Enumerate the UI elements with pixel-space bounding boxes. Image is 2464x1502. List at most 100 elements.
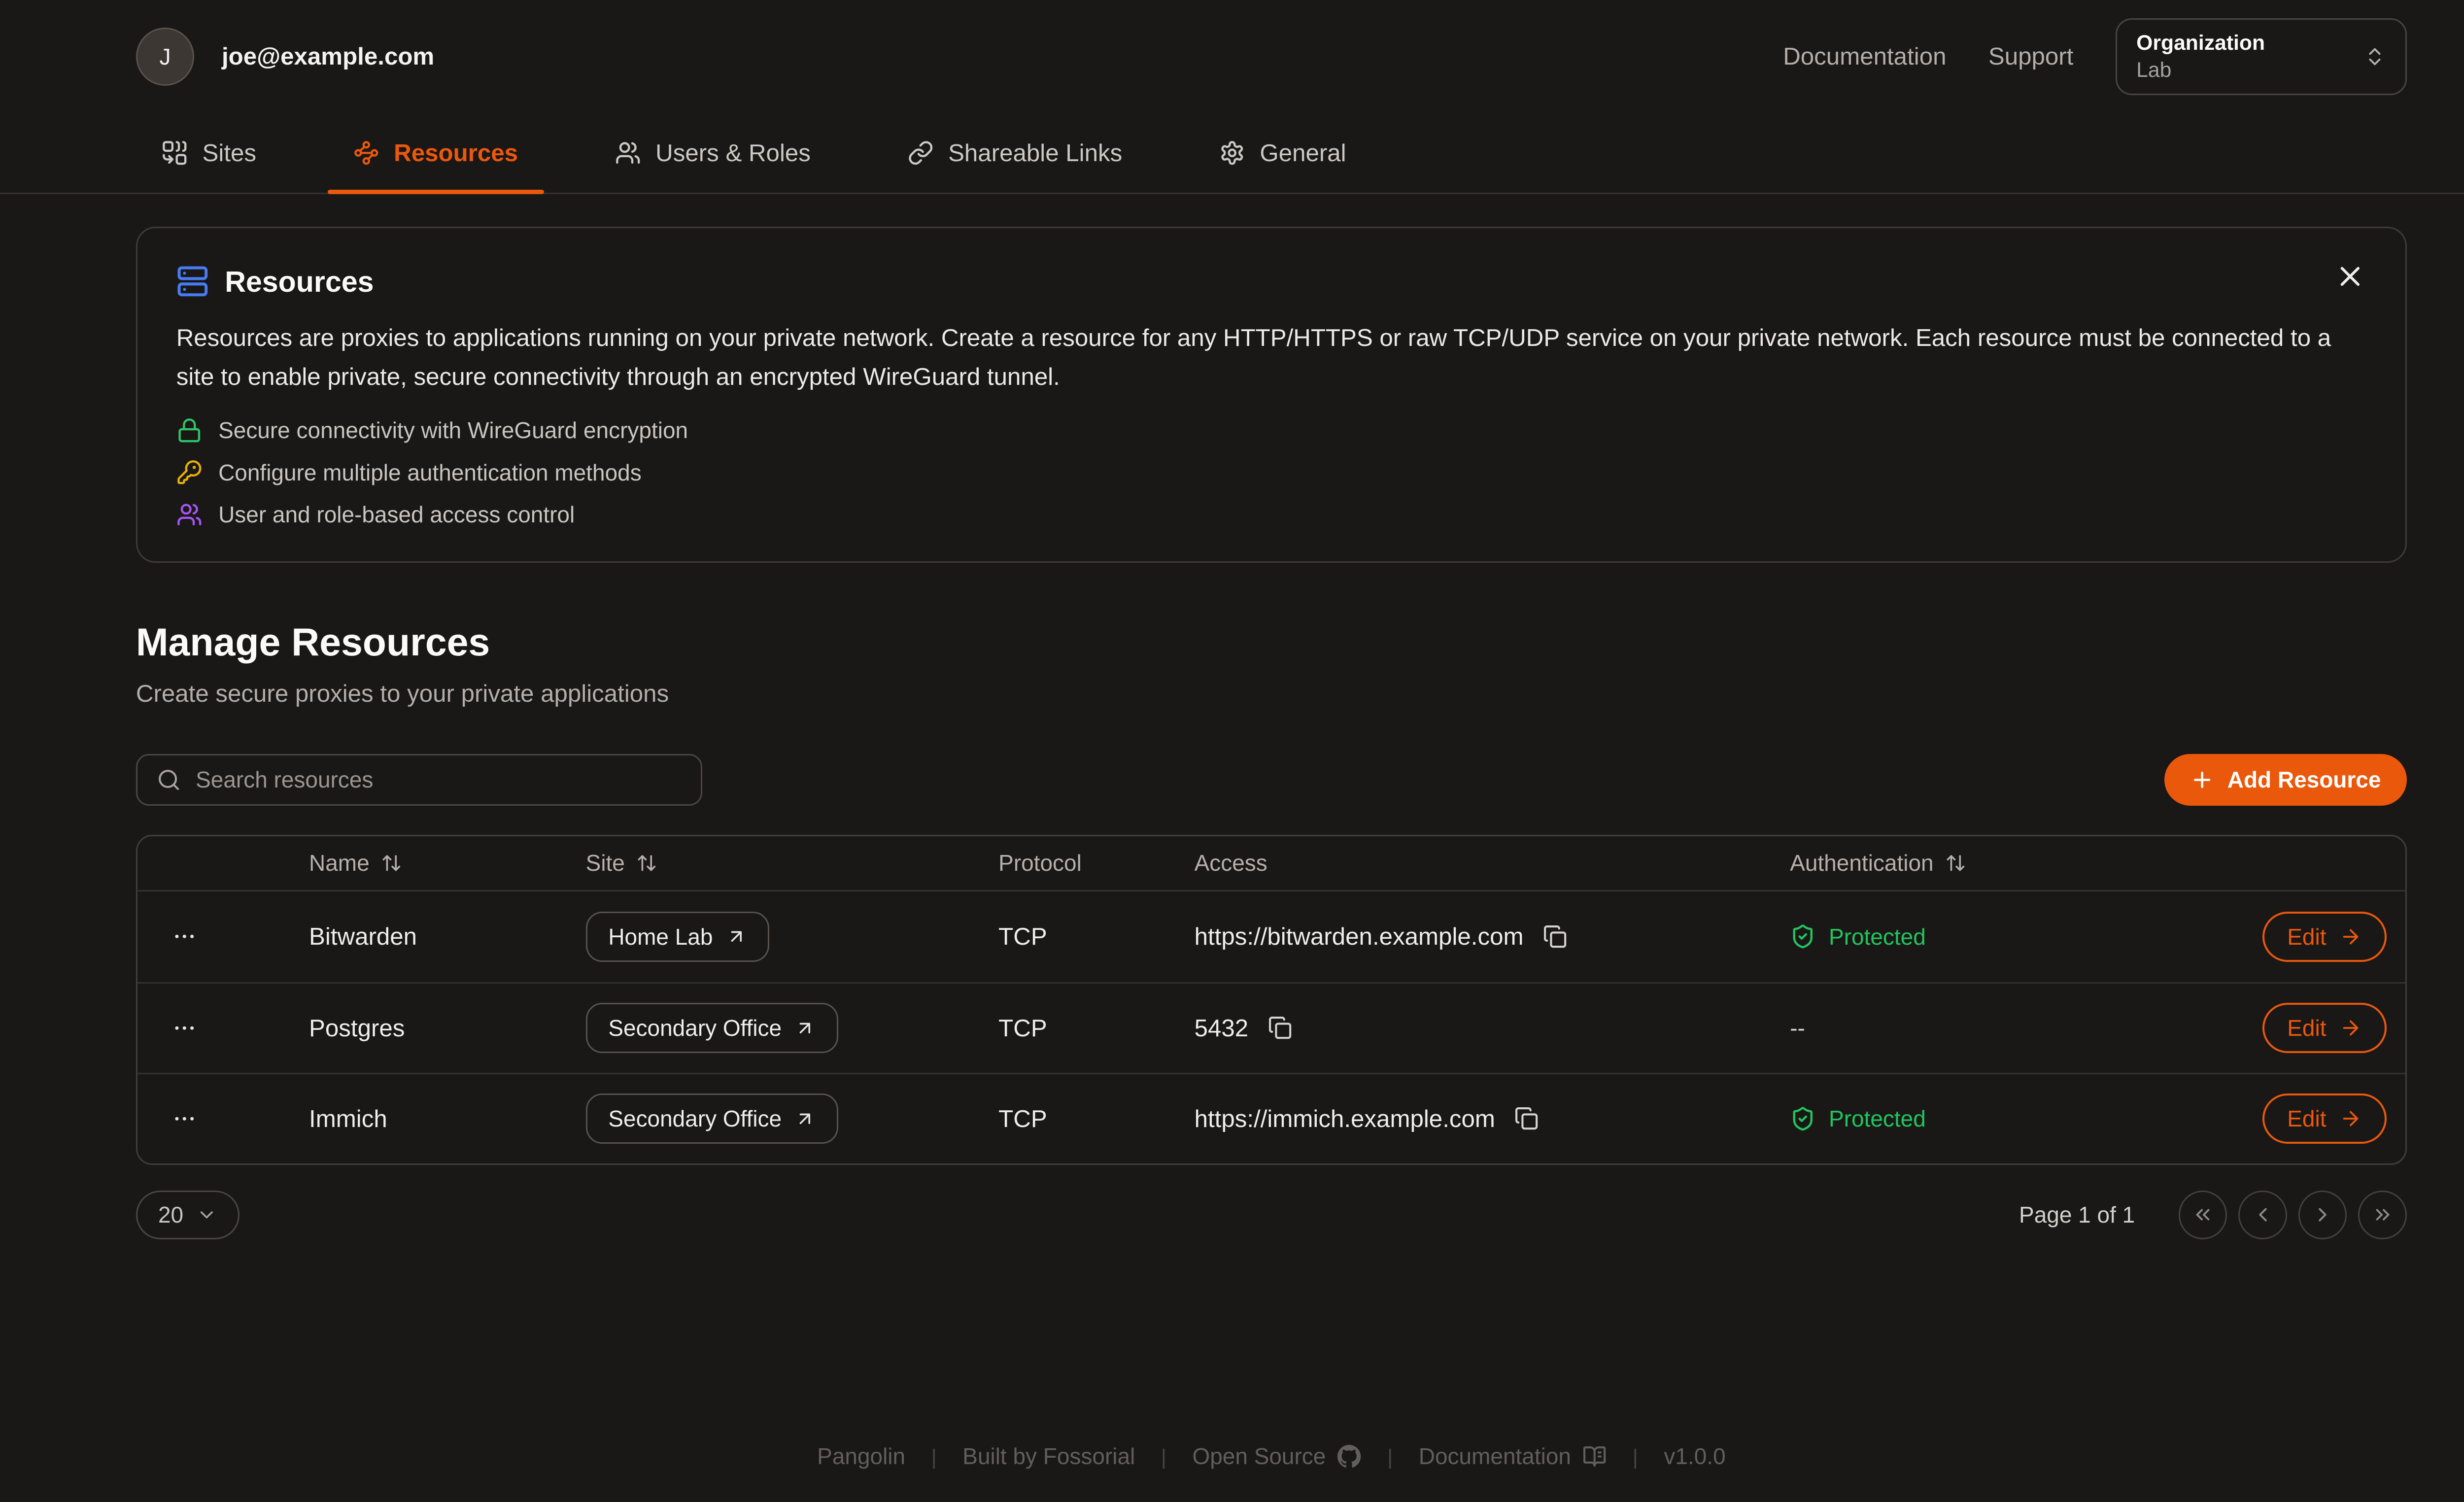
arrow-right-icon [2339,1107,2362,1130]
row-menu-button[interactable] [168,921,201,953]
footer-separator [1161,1443,1166,1469]
tab-general[interactable]: General [1194,113,1372,193]
lock-icon [176,417,203,444]
pager-buttons [2179,1191,2407,1239]
site-link-button[interactable]: Secondary Office [586,1093,838,1144]
footer-open-source-link[interactable]: Open Source [1192,1443,1361,1469]
feature-list: Secure connectivity with WireGuard encry… [176,416,2366,529]
feature-access-control: User and role-based access control [176,500,2366,529]
edit-button[interactable]: Edit [2262,1093,2386,1144]
user-email: joe@example.com [222,42,434,70]
column-protocol: Protocol [998,850,1194,876]
prev-page-button[interactable] [2238,1191,2287,1239]
resource-protocol: TCP [998,922,1194,951]
link-icon [908,140,934,166]
feature-text: Configure multiple authentication method… [218,459,642,486]
column-access: Access [1195,850,1790,876]
tab-label: Users & Roles [655,139,811,167]
page-status: Page 1 of 1 [2019,1201,2135,1228]
auth-label: -- [1790,1015,1805,1041]
close-info-card-button[interactable] [2331,257,2370,296]
avatar-initial: J [160,43,171,70]
column-site[interactable]: Site [586,850,999,876]
edit-button[interactable]: Edit [2262,1003,2386,1053]
add-resource-button[interactable]: Add Resource [2164,754,2407,806]
feature-text: Secure connectivity with WireGuard encry… [218,417,688,444]
footer-built-by-link[interactable]: Built by Fossorial [962,1443,1135,1469]
org-selector[interactable]: Organization Lab [2116,18,2407,96]
copy-button[interactable] [1513,1105,1540,1132]
card-description: Resources are proxies to applications ru… [176,319,2366,397]
org-text: Organization Lab [2136,31,2347,83]
next-page-button[interactable] [2298,1191,2347,1239]
edit-button[interactable]: Edit [2262,912,2386,962]
add-resource-label: Add Resource [2227,766,2381,793]
footer-separator [1633,1443,1638,1469]
sites-icon [162,140,188,166]
tab-shareable-links[interactable]: Shareable Links [882,113,1148,193]
auth-status: Protected [1790,923,1926,950]
chevron-right-icon [2311,1203,2334,1226]
arrow-up-right-icon [726,926,747,947]
gear-icon [1219,140,1245,166]
footer: Pangolin Built by Fossorial Open Source … [136,1443,2407,1502]
nav-documentation[interactable]: Documentation [1783,42,1946,70]
tab-resources[interactable]: Resources [328,113,544,193]
auth-label: Protected [1829,1105,1926,1132]
avatar[interactable]: J [136,28,194,86]
row-menu-button[interactable] [168,1012,201,1044]
footer-separator [931,1443,937,1469]
sort-icon [636,853,657,874]
tab-label: Resources [394,139,518,167]
footer-separator [1387,1443,1393,1469]
resource-protocol: TCP [998,1014,1194,1042]
chevron-down-icon [196,1204,217,1226]
org-selector-value: Lab [2136,58,2347,82]
card-title: Resources [225,265,374,299]
server-icon [176,265,209,298]
github-icon [1337,1444,1361,1468]
tab-label: Shareable Links [948,139,1122,167]
footer-brand: Pangolin [817,1443,905,1469]
arrow-right-icon [2339,1017,2362,1039]
page-size-select[interactable]: 20 [136,1191,240,1239]
shield-check-icon [1790,923,1816,950]
row-menu-button[interactable] [168,1102,201,1135]
users-icon [615,140,641,166]
search-input[interactable] [196,766,682,793]
key-icon [176,459,203,485]
search-icon [157,768,181,792]
first-page-button[interactable] [2179,1191,2227,1239]
auth-label: Protected [1829,923,1926,950]
footer-documentation-link[interactable]: Documentation [1419,1443,1607,1469]
column-name[interactable]: Name [309,850,586,876]
tab-users-roles[interactable]: Users & Roles [589,113,837,193]
book-icon [1582,1444,1607,1468]
auth-status: Protected [1790,1105,1926,1132]
sort-icon [1945,853,1966,874]
site-link-button[interactable]: Secondary Office [586,1003,838,1053]
column-authentication[interactable]: Authentication [1790,850,2262,876]
feature-text: User and role-based access control [218,501,575,528]
copy-button[interactable] [1266,1014,1294,1042]
last-page-button[interactable] [2358,1191,2407,1239]
topbar-nav: Documentation Support Organization Lab [1783,18,2407,96]
nav-support[interactable]: Support [1988,42,2074,70]
tab-sites[interactable]: Sites [136,113,282,193]
search-box [136,754,703,806]
tabbar: Sites Resources Users & Roles Shareable … [0,113,2464,194]
users-icon [176,502,203,528]
page-subtitle: Create secure proxies to your private ap… [136,676,2407,712]
main-content: Resources Resources are proxies to appli… [0,194,2464,1502]
resource-access: https://immich.example.com [1195,1105,1540,1133]
feature-auth-methods: Configure multiple authentication method… [176,458,2366,487]
chevrons-left-icon [2191,1203,2214,1226]
site-link-button[interactable]: Home Lab [586,912,769,962]
toolbar: Add Resource [136,754,2407,806]
copy-button[interactable] [1541,923,1569,951]
ellipsis-icon [171,1015,198,1041]
page-title: Manage Resources [136,618,2407,667]
user-menu: J joe@example.com [136,28,434,86]
tab-label: Sites [203,139,257,167]
chevrons-right-icon [2371,1203,2394,1226]
